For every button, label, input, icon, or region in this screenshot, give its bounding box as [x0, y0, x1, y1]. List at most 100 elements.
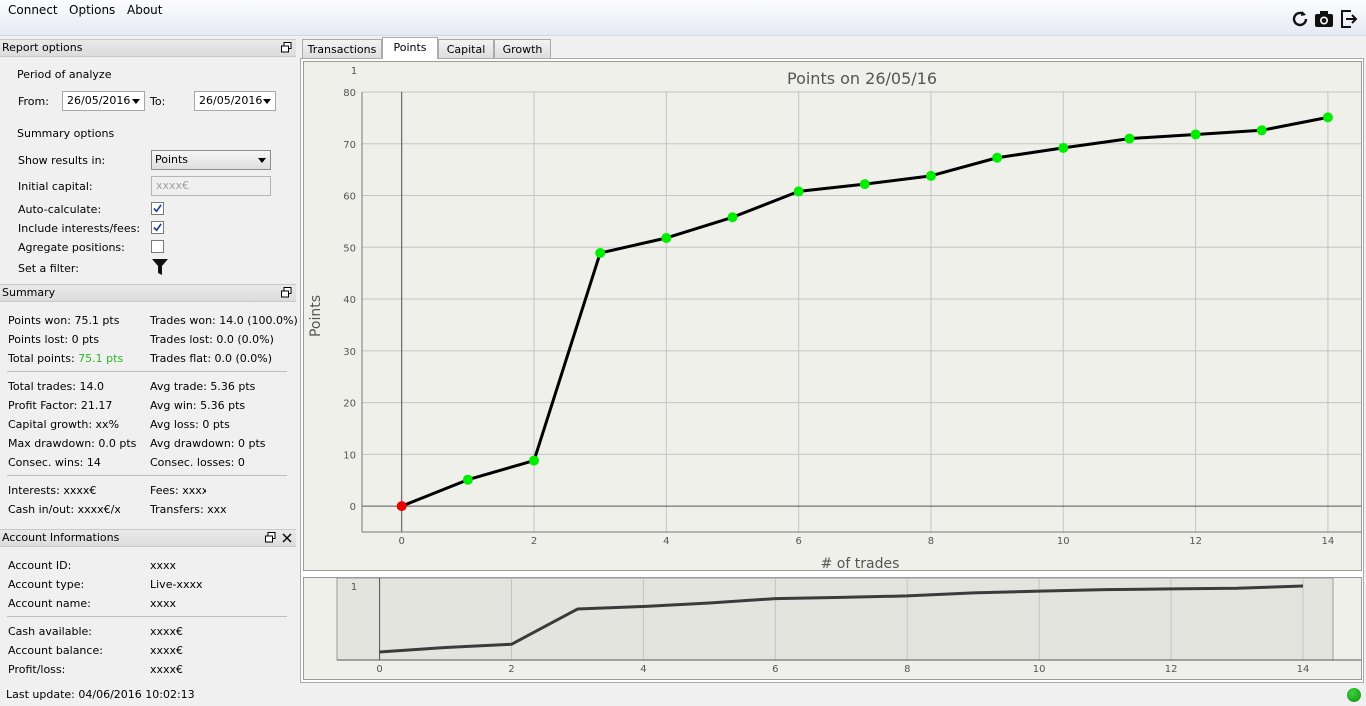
float-panel-icon[interactable] — [265, 532, 276, 543]
menu-connect[interactable]: Connect — [4, 2, 62, 18]
tab-growth[interactable]: Growth — [494, 39, 551, 59]
account-header: Account Informations — [0, 529, 296, 547]
data-point — [793, 186, 804, 197]
data-point — [529, 455, 540, 466]
avg-loss: Avg loss: 0 pts — [150, 418, 230, 431]
y-axis-label: Points — [308, 295, 324, 337]
tab-points[interactable]: Points — [382, 37, 438, 59]
period-label: Period of analyze — [17, 68, 112, 81]
float-panel-icon[interactable] — [281, 287, 292, 298]
initial-capital-placeholder: xxxx€ — [156, 179, 190, 192]
points-lost: Points lost: 0 pts — [8, 333, 100, 346]
x-tick-label: 14 — [1322, 536, 1335, 547]
overview-x-tick-label: 4 — [640, 664, 646, 675]
y-tick-label: 10 — [343, 450, 356, 461]
data-point — [1058, 142, 1069, 153]
summary-options-label: Summary options — [17, 127, 115, 140]
to-date-value: 26/05/2016 — [199, 94, 263, 107]
points-won: Points won: 75.1 pts — [8, 314, 120, 327]
to-label: To: — [150, 95, 166, 108]
include-fees-label: Include interests/fees: — [18, 222, 141, 235]
report-options-header: Report options — [0, 39, 296, 57]
tab-capital[interactable]: Capital — [438, 39, 494, 59]
account-type-value: Live-xxxx — [150, 578, 203, 591]
x-tick-label: 0 — [399, 536, 405, 547]
chart-title: Points on 26/05/16 — [787, 69, 937, 88]
overview-x-tick-label: 0 — [376, 664, 382, 675]
points-chart: 1 Points on 26/05/16 # of trades Points … — [303, 61, 1362, 571]
profit-loss-label: Profit/loss: — [8, 663, 66, 676]
data-point — [859, 179, 870, 190]
transfers: Transfers: xxxx — [150, 503, 226, 516]
max-drawdown: Max drawdown: 0.0 pts — [8, 437, 137, 450]
initial-capital-label: Initial capital: — [18, 180, 93, 193]
trades-flat: Trades flat: 0.0 (0.0%) — [150, 352, 273, 365]
x-tick-label: 2 — [531, 536, 537, 547]
consec-losses: Consec. losses: 0 — [150, 456, 245, 469]
float-panel-icon[interactable] — [281, 42, 292, 53]
x-tick-label: 10 — [1057, 536, 1070, 547]
export-icon[interactable] — [1339, 9, 1359, 29]
cash-available-label: Cash available: — [8, 625, 92, 638]
y-tick-label: 30 — [343, 347, 356, 358]
overview-corner-label: 1 — [351, 582, 357, 593]
data-point — [1256, 125, 1267, 136]
account-type-label: Account type: — [8, 578, 85, 591]
overview-x-tick-label: 8 — [904, 664, 910, 675]
filter-label: Set a filter: — [18, 262, 79, 275]
overview-range-selector[interactable] — [336, 578, 1334, 661]
consec-wins: Consec. wins: 14 — [8, 456, 101, 469]
account-balance-value: xxxx€ — [150, 644, 184, 657]
data-point — [1190, 129, 1201, 140]
y-tick-label: 80 — [343, 88, 356, 99]
data-point — [1124, 133, 1135, 144]
camera-icon[interactable] — [1314, 9, 1334, 29]
fees: Fees: xxxx — [150, 484, 206, 497]
y-tick-label: 40 — [343, 295, 356, 306]
to-date-input[interactable]: 26/05/2016 — [194, 91, 276, 111]
last-update: Last update: 04/06/2016 10:02:13 — [6, 688, 195, 701]
show-results-select[interactable]: Points — [151, 150, 271, 170]
data-point — [727, 212, 738, 223]
menu-about[interactable]: About — [123, 2, 166, 18]
chart-corner-label: 1 — [351, 66, 357, 77]
auto-calc-checkbox[interactable] — [151, 202, 164, 215]
y-tick-label: 70 — [343, 140, 356, 151]
from-date-input[interactable]: 26/05/2016 — [62, 91, 145, 111]
y-tick-label: 50 — [343, 243, 356, 254]
filter-icon[interactable] — [152, 259, 168, 276]
overview-x-tick-label: 2 — [508, 664, 514, 675]
close-icon[interactable] — [282, 533, 292, 543]
auto-calc-label: Auto-calculate: — [18, 203, 102, 216]
avg-trade: Avg trade: 5.36 pts — [150, 380, 256, 393]
overview-x-tick-label: 10 — [1033, 664, 1046, 675]
overview-x-tick-label: 6 — [772, 664, 778, 675]
total-points-value: 75.1 pts — [78, 352, 124, 365]
show-results-label: Show results in: — [18, 154, 106, 167]
from-label: From: — [18, 95, 49, 108]
account-balance-label: Account balance: — [8, 644, 103, 657]
points-chart-svg: 1 Points on 26/05/16 # of trades Points … — [308, 66, 1361, 570]
account-name-value: xxxx — [150, 597, 177, 610]
initial-capital-input[interactable]: xxxx€ — [151, 176, 271, 196]
include-fees-checkbox[interactable] — [151, 221, 164, 234]
summary-title: Summary — [2, 286, 56, 299]
report-options-title: Report options — [2, 41, 83, 54]
refresh-icon[interactable] — [1290, 9, 1310, 29]
overview-x-tick-label: 12 — [1165, 664, 1178, 675]
aggregate-checkbox[interactable] — [151, 240, 164, 253]
capital-growth: Capital growth: xx% — [8, 418, 120, 431]
menu-options[interactable]: Options — [65, 2, 119, 18]
data-point — [661, 232, 672, 243]
menu-bar: Connect Options About — [0, 0, 1366, 36]
divider — [7, 371, 287, 372]
cash-inout: Cash in/out: xxxx€/xx — [8, 503, 120, 516]
overview-chart: 1 0 2 4 6 8 10 12 14 — [303, 577, 1362, 680]
total-trades: Total trades: 14.0 — [8, 380, 104, 393]
x-tick-label: 6 — [795, 536, 801, 547]
tab-transactions[interactable]: Transactions — [302, 39, 382, 59]
x-tick-label: 12 — [1189, 536, 1202, 547]
show-results-value: Points — [155, 153, 189, 166]
y-tick-label: 0 — [350, 502, 356, 513]
x-tick-label: 4 — [663, 536, 669, 547]
